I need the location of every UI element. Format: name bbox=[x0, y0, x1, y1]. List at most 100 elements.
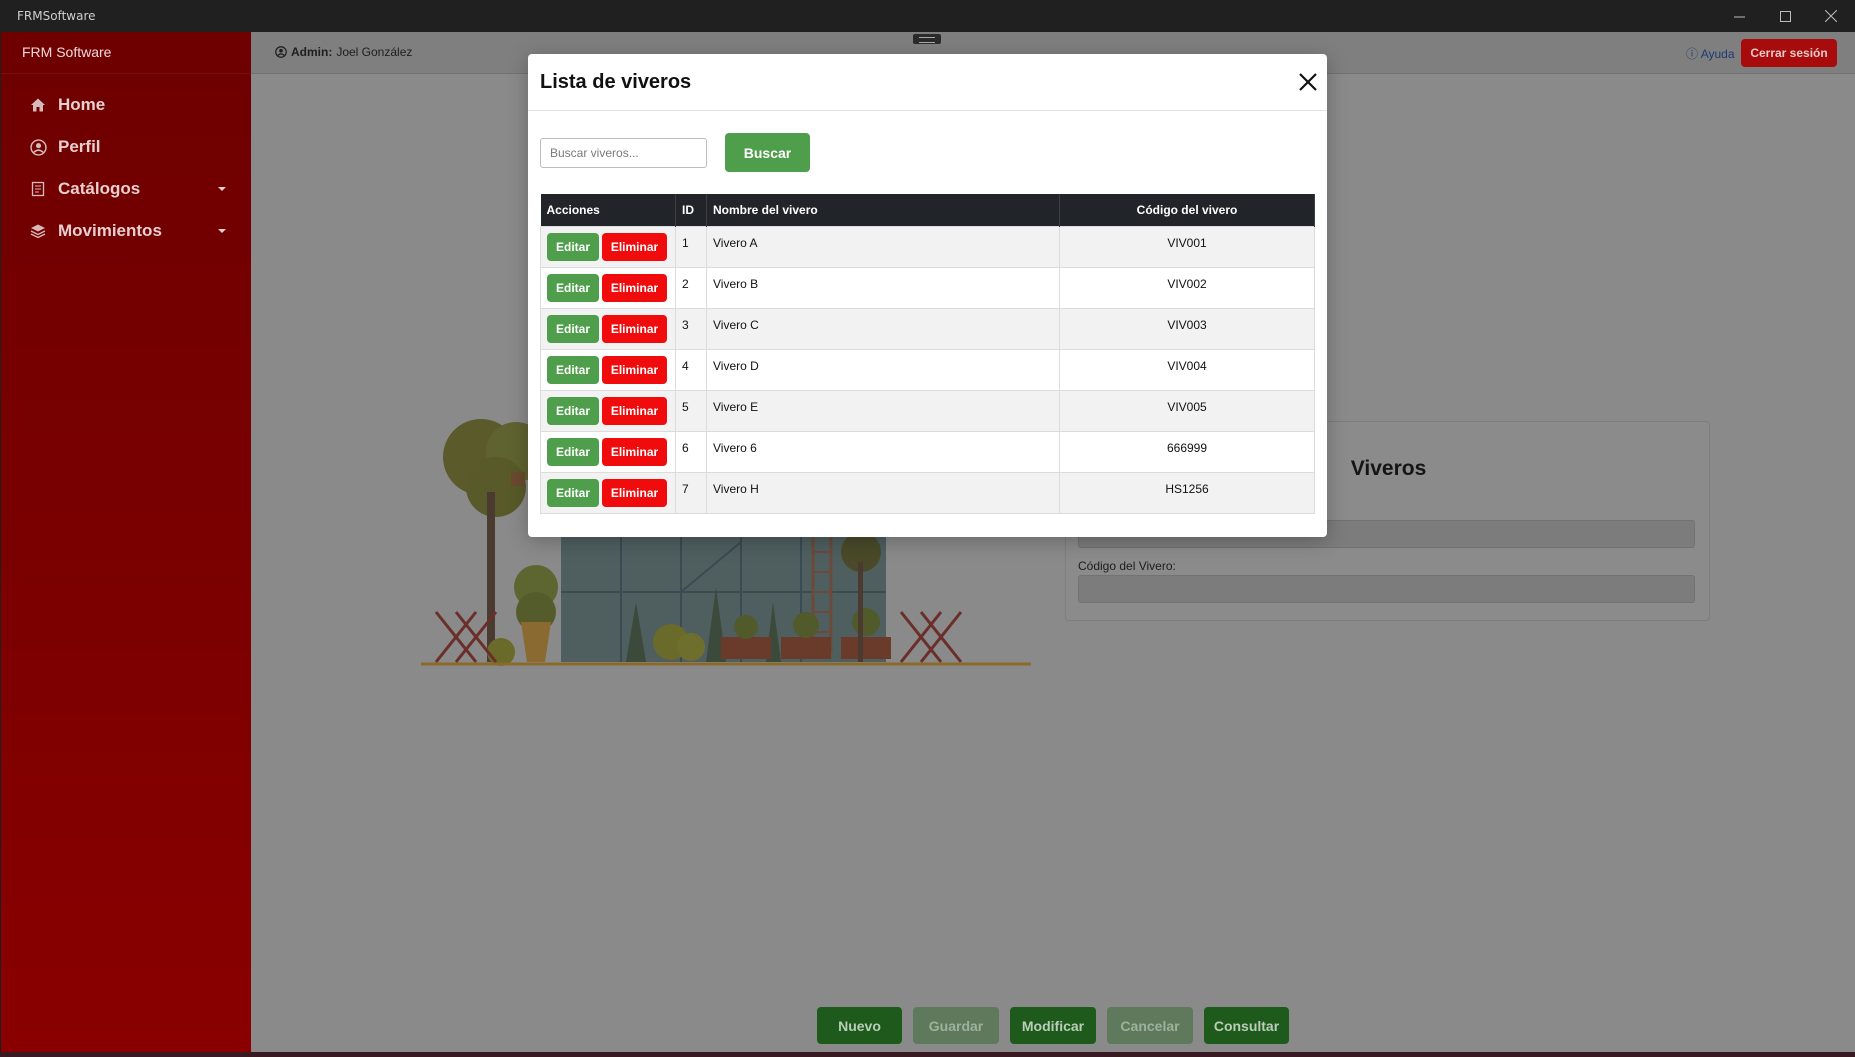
sidebar-item-label: Catálogos bbox=[58, 179, 141, 198]
delete-button[interactable]: Eliminar bbox=[602, 314, 667, 343]
row-name: Vivero B bbox=[706, 266, 1060, 309]
row-actions: Editar Eliminar bbox=[540, 307, 676, 350]
search-button[interactable]: Buscar bbox=[725, 133, 810, 172]
row-code: VIV004 bbox=[1059, 348, 1315, 391]
sidebar: FRM Software Home Perfil Catálogos Movim… bbox=[1, 32, 251, 1052]
row-code: VIV002 bbox=[1059, 266, 1315, 309]
close-icon bbox=[1825, 10, 1837, 22]
edit-button[interactable]: Editar bbox=[547, 232, 599, 261]
row-actions: Editar Eliminar bbox=[540, 389, 676, 432]
row-actions: Editar Eliminar bbox=[540, 348, 676, 391]
row-name: Vivero D bbox=[706, 348, 1060, 391]
code-label: Código del Vivero: bbox=[1078, 559, 1176, 573]
help-label: Ayuda bbox=[1700, 47, 1735, 61]
row-name: Vivero 6 bbox=[706, 430, 1060, 473]
column-header-name: Nombre del vivero bbox=[706, 194, 1060, 226]
viveros-modal: Lista de viveros Buscar Acciones ID Nomb… bbox=[528, 54, 1327, 537]
modal-header: Lista de viveros bbox=[528, 54, 1327, 111]
help-link[interactable]: ⓘ Ayuda bbox=[1686, 45, 1735, 62]
modificar-button[interactable]: Modificar bbox=[1010, 1007, 1096, 1044]
row-code: VIV001 bbox=[1059, 225, 1315, 268]
table-row: Editar Eliminar 1 Vivero A VIV001 bbox=[540, 225, 1315, 268]
chevron-down-icon bbox=[218, 229, 226, 233]
layers-icon bbox=[28, 221, 48, 241]
search-input[interactable] bbox=[540, 138, 707, 168]
row-id: 3 bbox=[675, 307, 707, 350]
row-name: Vivero C bbox=[706, 307, 1060, 350]
chevron-down-icon bbox=[218, 187, 226, 191]
brand: FRM Software bbox=[1, 32, 251, 74]
edit-button[interactable]: Editar bbox=[547, 355, 599, 384]
column-header-actions: Acciones bbox=[540, 194, 676, 226]
catalog-icon bbox=[28, 179, 48, 199]
maximize-button[interactable] bbox=[1762, 0, 1808, 32]
row-code: VIV005 bbox=[1059, 389, 1315, 432]
row-code: 666999 bbox=[1059, 430, 1315, 473]
sidebar-item-catalogos[interactable]: Catálogos bbox=[1, 168, 251, 210]
maximize-icon bbox=[1779, 10, 1791, 22]
column-header-id: ID bbox=[675, 194, 707, 226]
delete-button[interactable]: Eliminar bbox=[602, 232, 667, 261]
consultar-button[interactable]: Consultar bbox=[1204, 1007, 1289, 1044]
row-name: Vivero A bbox=[706, 225, 1060, 268]
row-actions: Editar Eliminar bbox=[540, 266, 676, 309]
edit-button[interactable]: Editar bbox=[547, 478, 599, 507]
edit-button[interactable]: Editar bbox=[547, 396, 599, 425]
cancelar-button[interactable]: Cancelar bbox=[1107, 1007, 1193, 1044]
admin-label: Admin: bbox=[291, 45, 333, 59]
sidebar-item-perfil[interactable]: Perfil bbox=[1, 126, 251, 168]
delete-button[interactable]: Eliminar bbox=[602, 355, 667, 384]
row-name: Vivero H bbox=[706, 471, 1060, 514]
close-icon[interactable] bbox=[1297, 71, 1319, 93]
nuevo-button[interactable]: Nuevo bbox=[817, 1007, 902, 1044]
row-actions: Editar Eliminar bbox=[540, 471, 676, 514]
sidebar-item-label: Perfil bbox=[58, 137, 101, 156]
vivero-code-field[interactable] bbox=[1078, 575, 1695, 603]
home-icon bbox=[28, 95, 48, 115]
sidebar-item-label: Movimientos bbox=[58, 221, 162, 240]
row-actions: Editar Eliminar bbox=[540, 430, 676, 473]
guardar-button[interactable]: Guardar bbox=[913, 1007, 999, 1044]
logout-button[interactable]: Cerrar sesión bbox=[1741, 39, 1837, 67]
admin-info: Admin: Joel González bbox=[275, 45, 412, 59]
viveros-table: Acciones ID Nombre del vivero Código del… bbox=[540, 194, 1315, 514]
row-id: 6 bbox=[675, 430, 707, 473]
table-row: Editar Eliminar 2 Vivero B VIV002 bbox=[540, 266, 1315, 309]
table-row: Editar Eliminar 7 Vivero H HS1256 bbox=[540, 471, 1315, 514]
user-circle-icon bbox=[28, 137, 48, 157]
row-id: 5 bbox=[675, 389, 707, 432]
minimize-button[interactable] bbox=[1716, 0, 1762, 32]
table-header-row: Acciones ID Nombre del vivero Código del… bbox=[540, 194, 1315, 226]
taskbar-edge bbox=[0, 1052, 1855, 1057]
modal-title: Lista de viveros bbox=[540, 71, 692, 93]
row-id: 2 bbox=[675, 266, 707, 309]
table-row: Editar Eliminar 3 Vivero C VIV003 bbox=[540, 307, 1315, 350]
window-close-button[interactable] bbox=[1808, 0, 1854, 32]
table-row: Editar Eliminar 5 Vivero E VIV005 bbox=[540, 389, 1315, 432]
window-titlebar: FRMSoftware bbox=[0, 0, 1855, 32]
row-actions: Editar Eliminar bbox=[540, 225, 676, 268]
sidebar-item-movimientos[interactable]: Movimientos bbox=[1, 210, 251, 252]
edit-button[interactable]: Editar bbox=[547, 273, 599, 302]
delete-button[interactable]: Eliminar bbox=[602, 273, 667, 302]
delete-button[interactable]: Eliminar bbox=[602, 396, 667, 425]
row-code: VIV003 bbox=[1059, 307, 1315, 350]
user-circle-icon bbox=[275, 46, 287, 58]
window-title: FRMSoftware bbox=[17, 9, 96, 23]
row-id: 1 bbox=[675, 225, 707, 268]
row-name: Vivero E bbox=[706, 389, 1060, 432]
row-code: HS1256 bbox=[1059, 471, 1315, 514]
edit-button[interactable]: Editar bbox=[547, 314, 599, 343]
sidebar-item-label: Home bbox=[58, 95, 106, 114]
table-body: Editar Eliminar 1 Vivero A VIV001 Editar E… bbox=[540, 225, 1315, 514]
row-id: 4 bbox=[675, 348, 707, 391]
sidebar-item-home[interactable]: Home bbox=[1, 84, 251, 126]
delete-button[interactable]: Eliminar bbox=[602, 478, 667, 507]
delete-button[interactable]: Eliminar bbox=[602, 437, 667, 466]
admin-name: Joel González bbox=[336, 45, 413, 59]
drag-handle[interactable] bbox=[913, 34, 941, 44]
minimize-icon bbox=[1733, 16, 1745, 17]
help-icon: ⓘ bbox=[1686, 47, 1699, 61]
table-row: Editar Eliminar 6 Vivero 6 666999 bbox=[540, 430, 1315, 473]
edit-button[interactable]: Editar bbox=[547, 437, 599, 466]
